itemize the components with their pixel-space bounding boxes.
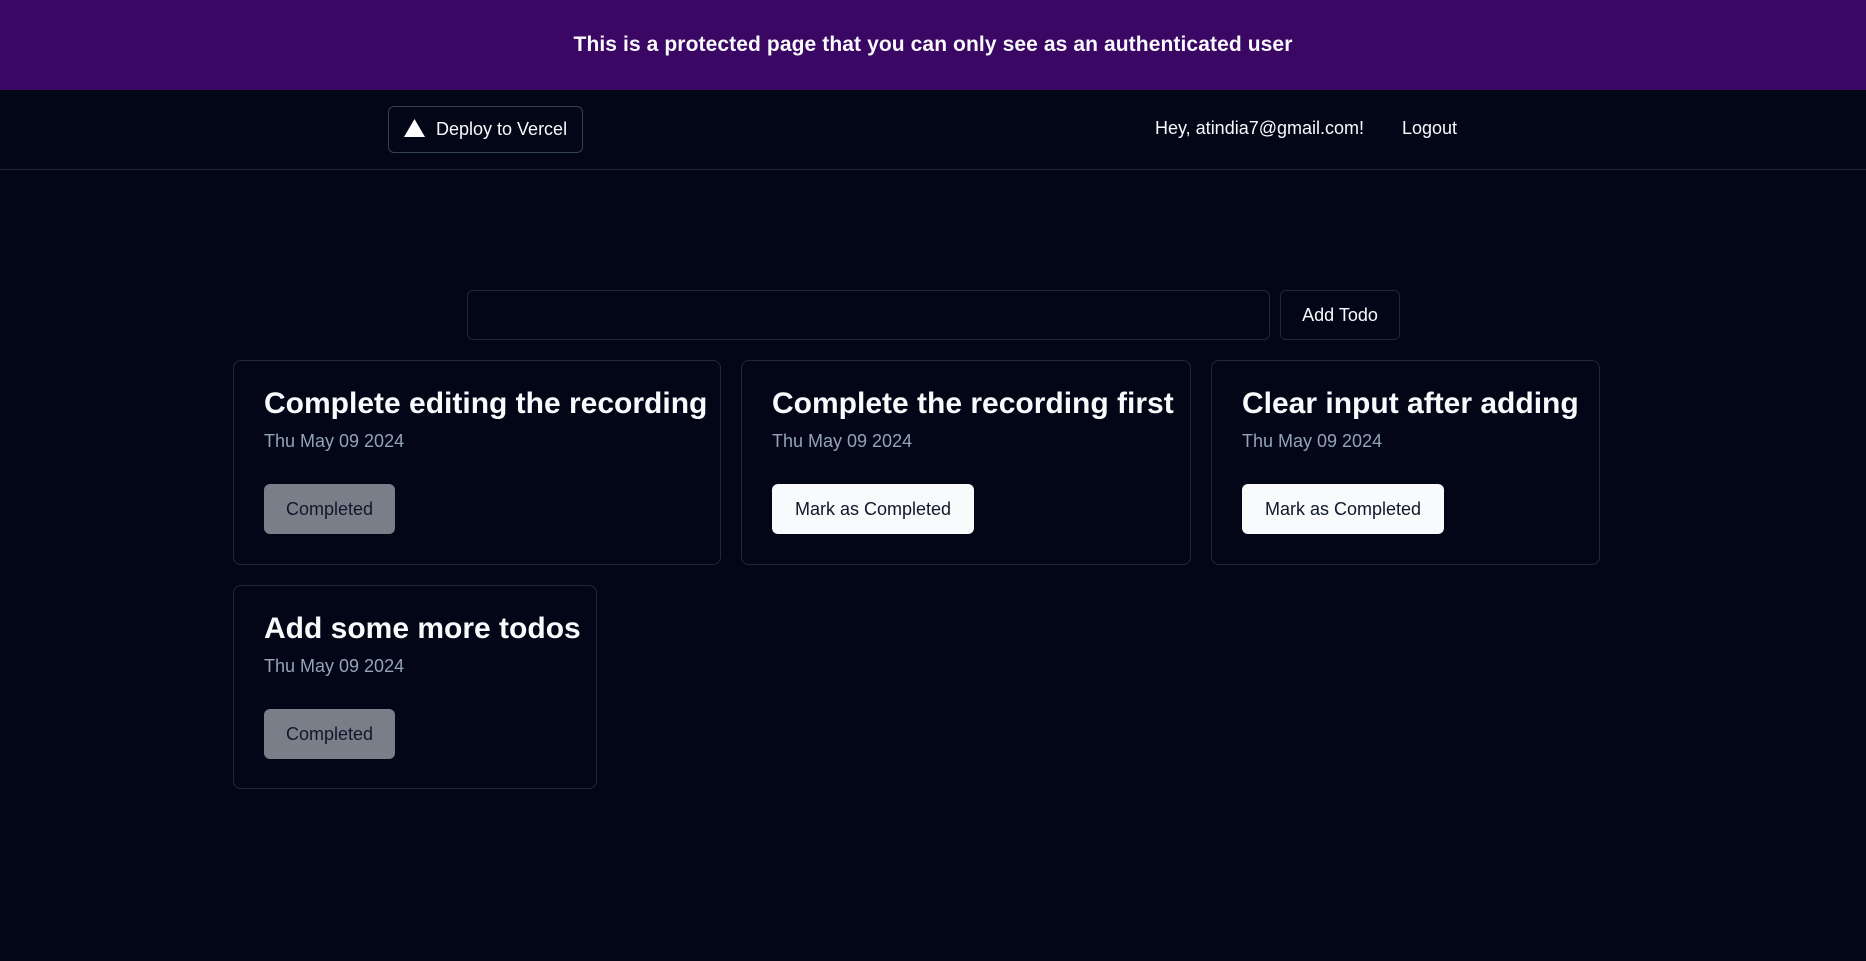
todo-title: Complete editing the recording [264, 387, 708, 420]
todo-date: Thu May 09 2024 [772, 431, 913, 451]
todo-card: Clear input after adding Thu May 09 2024… [1211, 360, 1600, 565]
add-todo-button[interactable]: Add Todo [1280, 290, 1400, 340]
vercel-triangle-icon [404, 118, 425, 137]
todo-title: Complete the recording first [772, 387, 1174, 420]
completed-button[interactable]: Completed [264, 709, 395, 759]
todo-card: Complete editing the recording Thu May 0… [233, 360, 721, 565]
auth-banner-text: This is a protected page that you can on… [573, 33, 1293, 56]
deploy-button-label: Deploy to Vercel [436, 119, 568, 139]
logout-button[interactable]: Logout [1402, 118, 1457, 139]
mark-as-completed-button[interactable]: Mark as Completed [772, 484, 974, 534]
auth-banner: This is a protected page that you can on… [0, 0, 1866, 90]
user-greeting: Hey, atindia7@gmail.com! [1155, 118, 1365, 138]
todo-title: Clear input after adding [1242, 387, 1579, 420]
todo-date: Thu May 09 2024 [1242, 431, 1383, 451]
deploy-to-vercel-button[interactable]: Deploy to Vercel [388, 106, 583, 153]
mark-as-completed-button[interactable]: Mark as Completed [1242, 484, 1444, 534]
todo-input[interactable] [467, 290, 1270, 340]
todo-date: Thu May 09 2024 [264, 656, 405, 676]
todo-card: Add some more todos Thu May 09 2024 Comp… [233, 585, 597, 789]
todo-date: Thu May 09 2024 [264, 431, 405, 451]
todo-title: Add some more todos [264, 612, 581, 645]
todo-card: Complete the recording first Thu May 09 … [741, 360, 1191, 565]
top-navbar: Deploy to Vercel Hey, atindia7@gmail.com… [0, 90, 1866, 170]
completed-button[interactable]: Completed [264, 484, 395, 534]
